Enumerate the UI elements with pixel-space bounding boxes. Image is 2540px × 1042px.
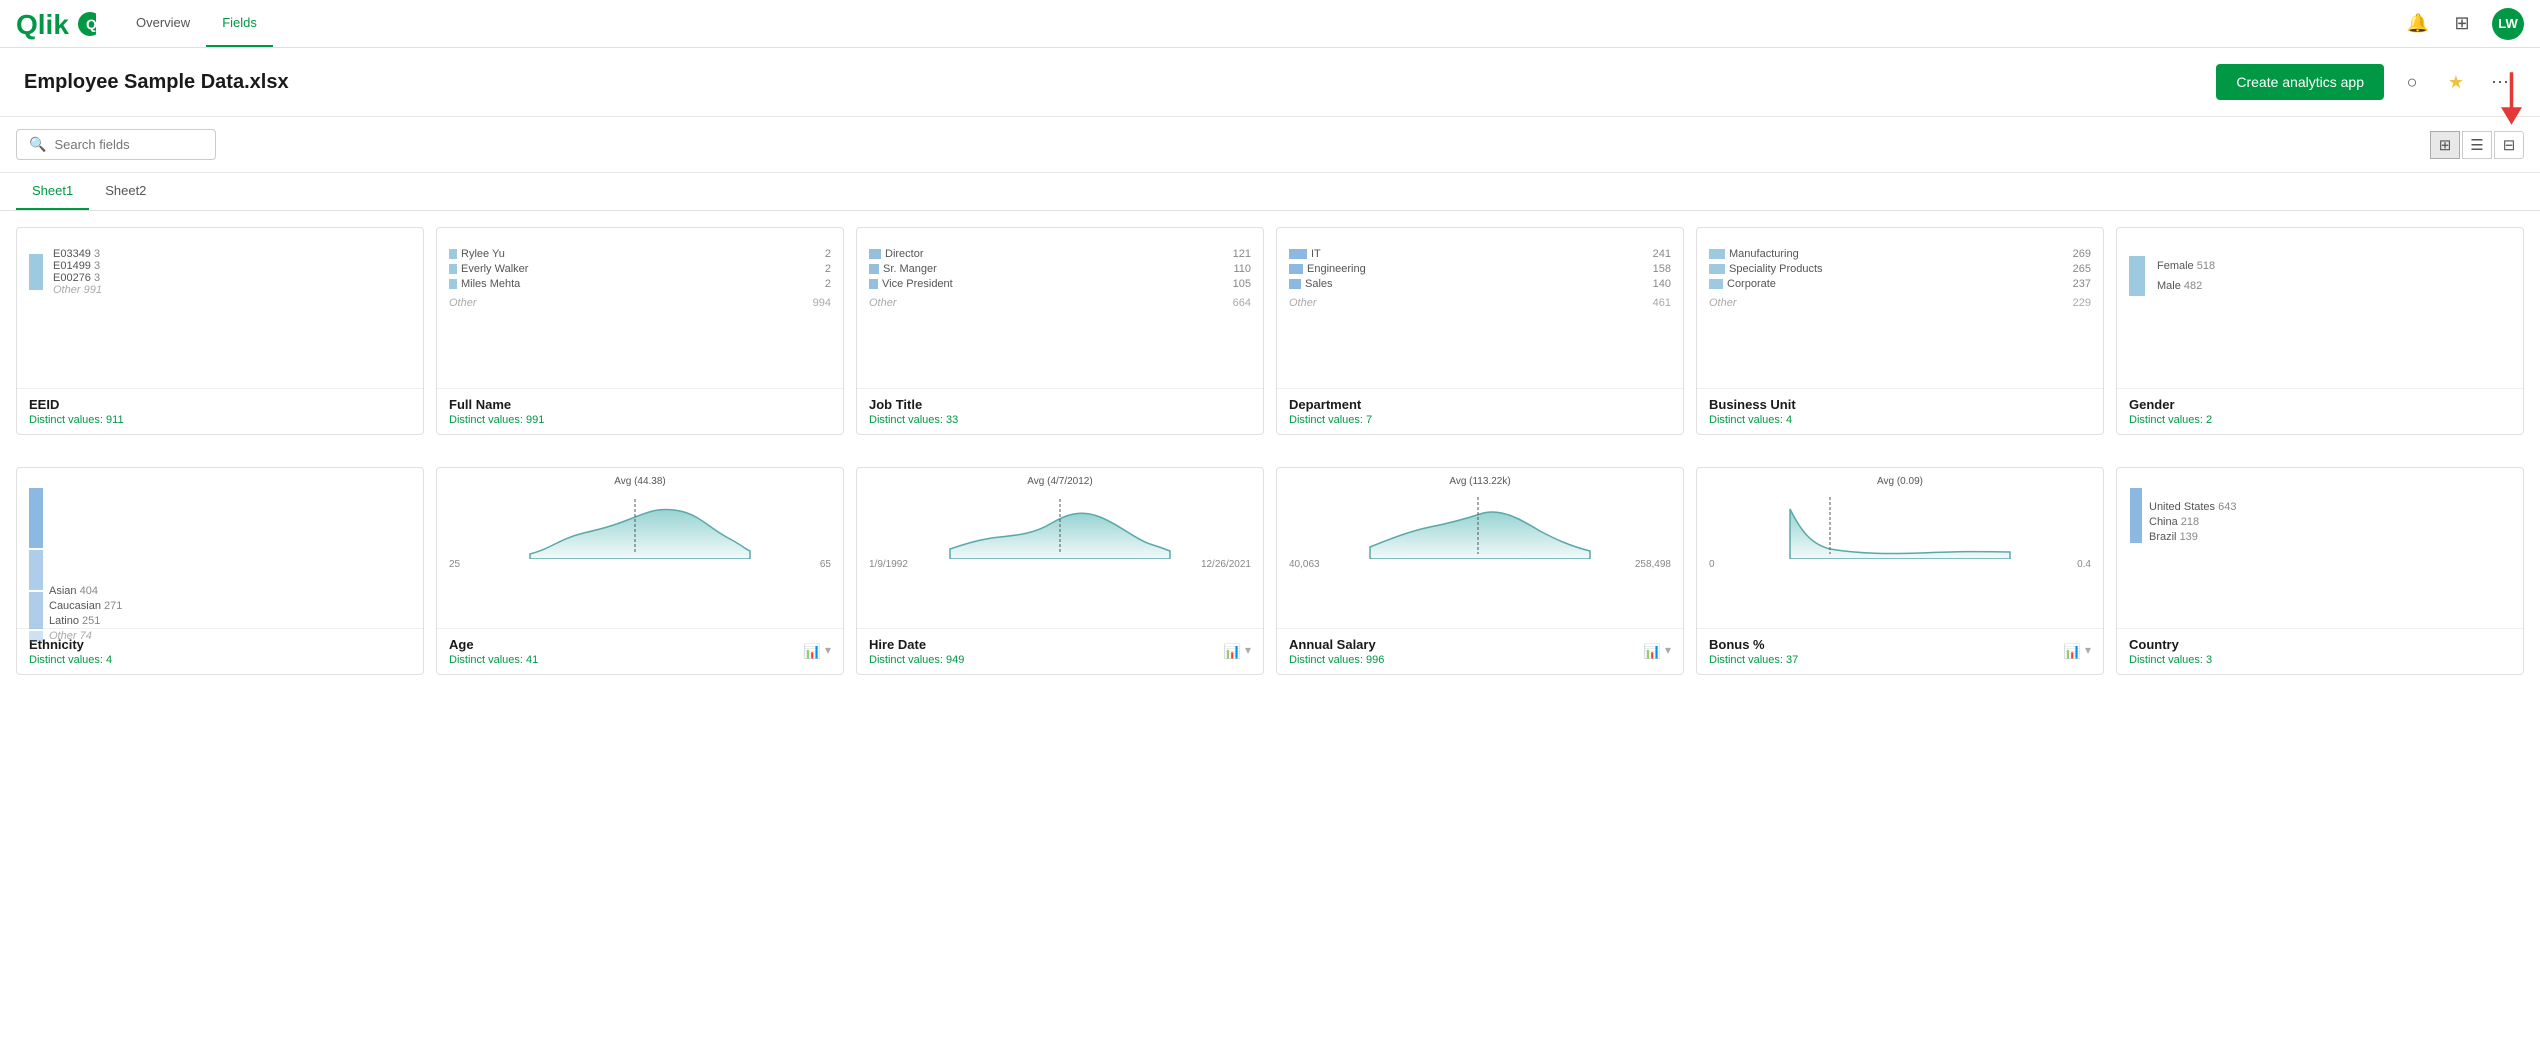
list-view-btn[interactable]: ☰ [2462, 131, 2492, 159]
max-bonus: 0.4 [2077, 559, 2091, 570]
avg-salary: Avg (113.22k) [1289, 476, 1671, 487]
max-salary: 258,498 [1635, 559, 1671, 570]
chevron-down-salary[interactable]: ▾ [1665, 643, 1671, 660]
distinct-age: Distinct values: 41 [449, 654, 538, 666]
max-age: 65 [820, 559, 831, 570]
grid-view-btn[interactable]: ⊞ [2430, 131, 2460, 159]
card-eeid: E03349 3 E01499 3 E00276 3 Other 991 EEI… [16, 227, 424, 435]
field-name-fullname: Full Name [449, 397, 831, 412]
header: Qlik Q Overview Fields 🔔 ⊞ LW [0, 0, 2540, 48]
distinct-fullname: Distinct values: 991 [449, 414, 831, 426]
avg-hiredate: Avg (4/7/2012) [869, 476, 1251, 487]
bell-icon[interactable]: 🔔 [2404, 10, 2432, 38]
chevron-down-hiredate[interactable]: ▾ [1245, 643, 1251, 660]
card-ethnicity: Asian 404 Caucasian 271 Latino 251 Other… [16, 467, 424, 675]
chart-icon-bonus[interactable]: 📊 [2064, 643, 2081, 660]
distinct-country: Distinct values: 3 [2129, 654, 2511, 666]
toolbar: 🔍 ⊞ ☰ ⊟ [0, 117, 2540, 173]
distinct-salary: Distinct values: 996 [1289, 654, 1384, 666]
search-box: 🔍 [16, 129, 216, 160]
search-input[interactable] [54, 137, 203, 152]
create-analytics-btn[interactable]: Create analytics app [2216, 64, 2384, 100]
avatar[interactable]: LW [2492, 8, 2524, 40]
distinct-jobtitle: Distinct values: 33 [869, 414, 1251, 426]
star-icon[interactable]: ★ [2440, 66, 2472, 98]
field-name-bonus: Bonus % [1709, 637, 1798, 652]
min-age: 25 [449, 559, 460, 570]
field-name-salary: Annual Salary [1289, 637, 1384, 652]
sub-header-actions: Create analytics app ○ ★ ⋯ [2216, 64, 2516, 100]
nav-fields[interactable]: Fields [206, 0, 273, 47]
distinct-dept: Distinct values: 7 [1289, 414, 1671, 426]
sub-header: Employee Sample Data.xlsx Create analyti… [0, 48, 2540, 117]
min-bonus: 0 [1709, 559, 1715, 570]
chart-icon-age[interactable]: 📊 [804, 643, 821, 660]
min-hiredate: 1/9/1992 [869, 559, 908, 570]
distinct-bizunit: Distinct values: 4 [1709, 414, 2091, 426]
chart-icon-salary[interactable]: 📊 [1644, 643, 1661, 660]
card-gender: Female 518 Male 482 Gender Distinct valu… [2116, 227, 2524, 435]
field-name-eeid: EEID [29, 397, 411, 412]
svg-text:Qlik: Qlik [16, 9, 69, 40]
card-salary: Avg (113.22k) 40,063 258,498 [1276, 467, 1684, 675]
view-controls: ⊞ ☰ ⊟ [2430, 131, 2524, 159]
chevron-down-bonus[interactable]: ▾ [2085, 643, 2091, 660]
distinct-eeid: Distinct values: 911 [29, 414, 411, 426]
chart-icon-hiredate[interactable]: 📊 [1224, 643, 1241, 660]
cards-row-1: E03349 3 E01499 3 E00276 3 Other 991 EEI… [0, 211, 2540, 451]
logo: Qlik Q [16, 8, 96, 40]
nav-overview[interactable]: Overview [120, 0, 206, 47]
field-name-gender: Gender [2129, 397, 2511, 412]
avg-bonus: Avg (0.09) [1709, 476, 2091, 487]
cards-row-2: Asian 404 Caucasian 271 Latino 251 Other… [0, 451, 2540, 691]
svg-text:Q: Q [86, 16, 96, 32]
search-icon: 🔍 [29, 136, 46, 153]
field-name-jobtitle: Job Title [869, 397, 1251, 412]
field-name-dept: Department [1289, 397, 1671, 412]
field-name-country: Country [2129, 637, 2511, 652]
card-fullname: Rylee Yu 2 Everly Walker 2 Miles Mehta 2 [436, 227, 844, 435]
main-nav: Overview Fields [120, 0, 273, 47]
distinct-bonus: Distinct values: 37 [1709, 654, 1798, 666]
avg-age: Avg (44.38) [449, 476, 831, 487]
table-view-btn[interactable]: ⊟ [2494, 131, 2524, 159]
distinct-gender: Distinct values: 2 [2129, 414, 2511, 426]
card-bonus: Avg (0.09) 0 0.4 [1696, 467, 2104, 675]
field-name-age: Age [449, 637, 538, 652]
field-name-bizunit: Business Unit [1709, 397, 2091, 412]
circle-icon[interactable]: ○ [2396, 66, 2428, 98]
card-age: Avg (44.38) 25 65 [436, 467, 844, 675]
card-jobtitle: Director 121 Sr. Manger 110 Vice Preside… [856, 227, 1264, 435]
distinct-hiredate: Distinct values: 949 [869, 654, 964, 666]
min-salary: 40,063 [1289, 559, 1320, 570]
distinct-ethnicity: Distinct values: 4 [29, 654, 411, 666]
max-hiredate: 12/26/2021 [1201, 559, 1251, 570]
grid-icon[interactable]: ⊞ [2448, 10, 2476, 38]
card-department: IT 241 Engineering 158 Sales 140 Oth [1276, 227, 1684, 435]
card-businessunit: Manufacturing 269 Speciality Products 26… [1696, 227, 2104, 435]
main-content: E03349 3 E01499 3 E00276 3 Other 991 EEI… [0, 211, 2540, 691]
field-name-hiredate: Hire Date [869, 637, 964, 652]
card-hiredate: Avg (4/7/2012) 1/9/1992 12/26/2021 [856, 467, 1264, 675]
header-right: 🔔 ⊞ LW [2404, 8, 2524, 40]
tab-sheet2[interactable]: Sheet2 [89, 173, 162, 210]
chevron-down-age[interactable]: ▾ [825, 643, 831, 660]
card-country: United States 643 China 218 Brazil 139 C… [2116, 467, 2524, 675]
sheet-tabs: Sheet1 Sheet2 [0, 173, 2540, 211]
tab-sheet1[interactable]: Sheet1 [16, 173, 89, 210]
page-title: Employee Sample Data.xlsx [24, 71, 289, 94]
